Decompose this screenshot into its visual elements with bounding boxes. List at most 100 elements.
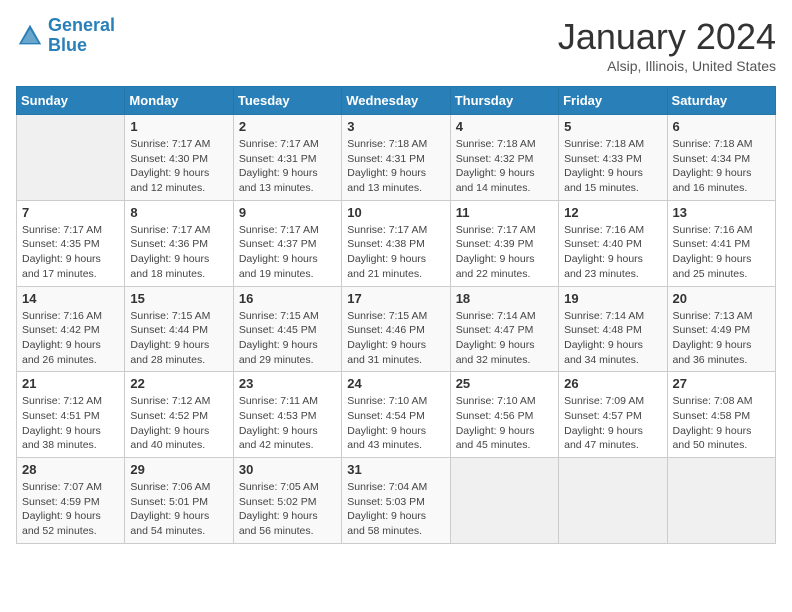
calendar-cell: 28Sunrise: 7:07 AMSunset: 4:59 PMDayligh… — [17, 458, 125, 544]
week-row-5: 28Sunrise: 7:07 AMSunset: 4:59 PMDayligh… — [17, 458, 776, 544]
calendar-cell — [667, 458, 775, 544]
day-number: 3 — [347, 119, 444, 134]
day-number: 29 — [130, 462, 227, 477]
day-number: 15 — [130, 291, 227, 306]
calendar-cell: 18 Sunrise: 7:14 AMSunset: 4:47 PMDayligh… — [450, 286, 558, 372]
calendar-table: SundayMondayTuesdayWednesdayThursdayFrid… — [16, 86, 776, 544]
calendar-cell: 10 Sunrise: 7:17 AMSunset: 4:38 PMDayligh… — [342, 200, 450, 286]
calendar-cell — [450, 458, 558, 544]
day-number: 4 — [456, 119, 553, 134]
day-number: 23 — [239, 376, 336, 391]
day-info: Sunrise: 7:17 AMSunset: 4:36 PMDaylight:… — [130, 223, 227, 282]
title-area: January 2024 Alsip, Illinois, United Sta… — [558, 16, 776, 74]
calendar-cell: 4 Sunrise: 7:18 AMSunset: 4:32 PMDaylight… — [450, 115, 558, 201]
calendar-title: January 2024 — [558, 16, 776, 58]
day-info: Sunrise: 7:10 AMSunset: 4:56 PMDaylight:… — [456, 394, 553, 453]
calendar-cell: 1 Sunrise: 7:17 AMSunset: 4:30 PMDaylight… — [125, 115, 233, 201]
day-number: 26 — [564, 376, 661, 391]
day-info: Sunrise: 7:16 AMSunset: 4:40 PMDaylight:… — [564, 223, 661, 282]
day-info: Sunrise: 7:17 AMSunset: 4:38 PMDaylight:… — [347, 223, 444, 282]
day-number: 13 — [673, 205, 770, 220]
day-number: 24 — [347, 376, 444, 391]
day-number: 10 — [347, 205, 444, 220]
day-number: 6 — [673, 119, 770, 134]
day-info: Sunrise: 7:08 AMSunset: 4:58 PMDaylight:… — [673, 394, 770, 453]
week-row-1: 1 Sunrise: 7:17 AMSunset: 4:30 PMDaylight… — [17, 115, 776, 201]
day-info: Sunrise: 7:12 AMSunset: 4:51 PMDaylight:… — [22, 394, 119, 453]
day-info: Sunrise: 7:16 AMSunset: 4:41 PMDaylight:… — [673, 223, 770, 282]
calendar-cell: 14 Sunrise: 7:16 AMSunset: 4:42 PMDayligh… — [17, 286, 125, 372]
calendar-cell: 2Sunrise: 7:17 AMSunset: 4:31 PMDaylight… — [233, 115, 341, 201]
day-number: 5 — [564, 119, 661, 134]
day-info: Sunrise: 7:17 AMSunset: 4:35 PMDaylight:… — [22, 223, 119, 282]
day-info: Sunrise: 7:15 AMSunset: 4:44 PMDaylight:… — [130, 309, 227, 368]
day-info: Sunrise: 7:18 AMSunset: 4:33 PMDaylight:… — [564, 137, 661, 196]
calendar-cell: 8 Sunrise: 7:17 AMSunset: 4:36 PMDaylight… — [125, 200, 233, 286]
calendar-cell: 3 Sunrise: 7:18 AMSunset: 4:31 PMDaylight… — [342, 115, 450, 201]
calendar-cell: 23 Sunrise: 7:11 AMSunset: 4:53 PMDayligh… — [233, 372, 341, 458]
calendar-cell: 13 Sunrise: 7:16 AMSunset: 4:41 PMDayligh… — [667, 200, 775, 286]
day-info: Sunrise: 7:15 AMSunset: 4:45 PMDaylight:… — [239, 309, 336, 368]
day-info: Sunrise: 7:17 AMSunset: 4:30 PMDaylight:… — [130, 137, 227, 196]
day-number: 12 — [564, 205, 661, 220]
calendar-cell: 7Sunrise: 7:17 AMSunset: 4:35 PMDaylight… — [17, 200, 125, 286]
day-number: 30 — [239, 462, 336, 477]
week-row-2: 7Sunrise: 7:17 AMSunset: 4:35 PMDaylight… — [17, 200, 776, 286]
day-number: 19 — [564, 291, 661, 306]
day-number: 20 — [673, 291, 770, 306]
day-info: Sunrise: 7:17 AMSunset: 4:39 PMDaylight:… — [456, 223, 553, 282]
day-number: 31 — [347, 462, 444, 477]
calendar-cell: 11 Sunrise: 7:17 AMSunset: 4:39 PMDayligh… — [450, 200, 558, 286]
calendar-cell: 17Sunrise: 7:15 AMSunset: 4:46 PMDayligh… — [342, 286, 450, 372]
day-info: Sunrise: 7:11 AMSunset: 4:53 PMDaylight:… — [239, 394, 336, 453]
day-info: Sunrise: 7:18 AMSunset: 4:32 PMDaylight:… — [456, 137, 553, 196]
day-number: 8 — [130, 205, 227, 220]
day-number: 2 — [239, 119, 336, 134]
calendar-cell: 24 Sunrise: 7:10 AMSunset: 4:54 PMDayligh… — [342, 372, 450, 458]
calendar-cell: 19 Sunrise: 7:14 AMSunset: 4:48 PMDayligh… — [559, 286, 667, 372]
day-info: Sunrise: 7:16 AMSunset: 4:42 PMDaylight:… — [22, 309, 119, 368]
logo: General Blue — [16, 16, 115, 56]
logo-text: General Blue — [48, 16, 115, 56]
day-info: Sunrise: 7:14 AMSunset: 4:48 PMDaylight:… — [564, 309, 661, 368]
calendar-cell: 22Sunrise: 7:12 AMSunset: 4:52 PMDayligh… — [125, 372, 233, 458]
calendar-cell: 30 Sunrise: 7:05 AMSunset: 5:02 PMDayligh… — [233, 458, 341, 544]
logo-icon — [16, 22, 44, 50]
day-number: 11 — [456, 205, 553, 220]
calendar-cell: 6 Sunrise: 7:18 AMSunset: 4:34 PMDaylight… — [667, 115, 775, 201]
weekday-header-monday: Monday — [125, 87, 233, 115]
calendar-cell: 21 Sunrise: 7:12 AMSunset: 4:51 PMDayligh… — [17, 372, 125, 458]
day-info: Sunrise: 7:18 AMSunset: 4:34 PMDaylight:… — [673, 137, 770, 196]
calendar-cell: 27Sunrise: 7:08 AMSunset: 4:58 PMDayligh… — [667, 372, 775, 458]
weekday-header-thursday: Thursday — [450, 87, 558, 115]
logo-general: General — [48, 15, 115, 35]
calendar-cell: 25Sunrise: 7:10 AMSunset: 4:56 PMDayligh… — [450, 372, 558, 458]
calendar-cell: 12 Sunrise: 7:16 AMSunset: 4:40 PMDayligh… — [559, 200, 667, 286]
day-number: 28 — [22, 462, 119, 477]
calendar-cell — [17, 115, 125, 201]
weekday-header-sunday: Sunday — [17, 87, 125, 115]
calendar-cell: 16Sunrise: 7:15 AMSunset: 4:45 PMDayligh… — [233, 286, 341, 372]
calendar-cell: 26Sunrise: 7:09 AMSunset: 4:57 PMDayligh… — [559, 372, 667, 458]
weekday-header-friday: Friday — [559, 87, 667, 115]
weekday-header-saturday: Saturday — [667, 87, 775, 115]
day-info: Sunrise: 7:05 AMSunset: 5:02 PMDaylight:… — [239, 480, 336, 539]
day-number: 21 — [22, 376, 119, 391]
day-number: 1 — [130, 119, 227, 134]
day-info: Sunrise: 7:18 AMSunset: 4:31 PMDaylight:… — [347, 137, 444, 196]
calendar-cell: 9Sunrise: 7:17 AMSunset: 4:37 PMDaylight… — [233, 200, 341, 286]
day-info: Sunrise: 7:06 AMSunset: 5:01 PMDaylight:… — [130, 480, 227, 539]
day-info: Sunrise: 7:14 AMSunset: 4:47 PMDaylight:… — [456, 309, 553, 368]
day-number: 17 — [347, 291, 444, 306]
header: General Blue January 2024 Alsip, Illinoi… — [16, 16, 776, 74]
weekday-header-wednesday: Wednesday — [342, 87, 450, 115]
day-info: Sunrise: 7:17 AMSunset: 4:37 PMDaylight:… — [239, 223, 336, 282]
day-info: Sunrise: 7:12 AMSunset: 4:52 PMDaylight:… — [130, 394, 227, 453]
week-row-3: 14 Sunrise: 7:16 AMSunset: 4:42 PMDayligh… — [17, 286, 776, 372]
day-info: Sunrise: 7:10 AMSunset: 4:54 PMDaylight:… — [347, 394, 444, 453]
day-number: 14 — [22, 291, 119, 306]
day-number: 18 — [456, 291, 553, 306]
calendar-cell: 31 Sunrise: 7:04 AMSunset: 5:03 PMDayligh… — [342, 458, 450, 544]
day-info: Sunrise: 7:04 AMSunset: 5:03 PMDaylight:… — [347, 480, 444, 539]
logo-blue: Blue — [48, 35, 87, 55]
